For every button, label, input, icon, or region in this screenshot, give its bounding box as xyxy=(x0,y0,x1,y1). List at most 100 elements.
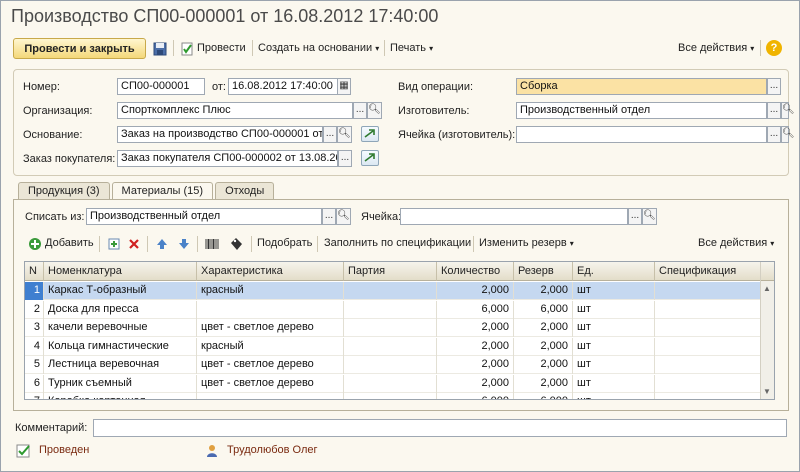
operation-field[interactable]: Сборка xyxy=(516,78,767,95)
cell-spec[interactable] xyxy=(655,337,761,356)
cell-quantity[interactable]: 2,000 xyxy=(437,282,514,300)
cell-unit[interactable]: шт xyxy=(573,337,655,356)
ellipsis-icon[interactable]: ... xyxy=(767,78,781,95)
cell-item[interactable]: качели веревочные xyxy=(44,319,197,337)
cell-n[interactable]: 5 xyxy=(25,356,44,374)
cell-quantity[interactable]: 2,000 xyxy=(437,319,514,337)
scroll-up-icon[interactable]: ▲ xyxy=(763,284,771,293)
cell-reserve[interactable]: 2,000 xyxy=(514,282,573,300)
column-header-reserve[interactable]: Резерв xyxy=(514,262,573,281)
all-actions-menu[interactable]: Все действия ▾ xyxy=(698,237,774,249)
ellipsis-icon[interactable]: ... xyxy=(628,208,642,225)
search-icon[interactable]: 🔍︎ xyxy=(781,102,795,119)
copy-icon[interactable] xyxy=(105,235,123,253)
cell-batch[interactable] xyxy=(344,337,437,356)
cell-n[interactable]: 3 xyxy=(25,319,44,337)
post-icon[interactable] xyxy=(178,40,196,58)
table-row[interactable]: 3 качели веревочные цвет - светлое дерево 2… xyxy=(25,319,761,337)
cell-n[interactable]: 2 xyxy=(25,300,44,319)
column-header-characteristic[interactable]: Характеристика xyxy=(197,262,344,281)
cell-item[interactable]: Доска для пресса xyxy=(44,300,197,319)
ellipsis-icon[interactable]: ... xyxy=(767,102,781,119)
cell-reserve[interactable]: 6,000 xyxy=(514,393,573,399)
cell-characteristic[interactable]: цвет - светлое дерево xyxy=(197,319,344,337)
cell-batch[interactable] xyxy=(344,300,437,319)
cell-unit[interactable]: шт xyxy=(573,319,655,337)
calendar-icon[interactable]: ▦ xyxy=(337,78,351,95)
cell-batch[interactable] xyxy=(344,319,437,337)
cell-quantity[interactable]: 6,000 xyxy=(437,300,514,319)
cell-characteristic[interactable] xyxy=(197,393,344,399)
cell-spec[interactable] xyxy=(655,282,761,300)
tag-icon[interactable] xyxy=(227,235,245,253)
search-icon[interactable]: 🔍︎ xyxy=(337,126,352,143)
table-row[interactable]: 2 Доска для пресса 6,000 6,000 шт xyxy=(25,300,761,319)
help-icon[interactable]: ? xyxy=(766,40,782,56)
cell-characteristic[interactable]: красный xyxy=(197,337,344,356)
cell-reserve[interactable]: 2,000 xyxy=(514,356,573,374)
cell-reserve[interactable]: 2,000 xyxy=(514,374,573,393)
vertical-scrollbar[interactable]: ▲ ▼ xyxy=(760,262,774,399)
ellipsis-icon[interactable]: ... xyxy=(323,126,337,143)
cell-item[interactable]: Лестница веревочная xyxy=(44,356,197,374)
cell-item[interactable]: Кольца гимнастические xyxy=(44,337,197,356)
fill-by-spec-button[interactable]: Заполнить по спецификации xyxy=(324,237,471,249)
cell-quantity[interactable]: 2,000 xyxy=(437,337,514,356)
post-button[interactable]: Провести xyxy=(197,42,246,54)
cell-characteristic[interactable]: красный xyxy=(197,282,344,300)
number-field[interactable]: СП00-000001 xyxy=(117,78,205,95)
save-icon[interactable] xyxy=(151,40,169,58)
delete-icon[interactable] xyxy=(125,235,143,253)
cell-batch[interactable] xyxy=(344,374,437,393)
search-icon[interactable]: 🔍︎ xyxy=(367,102,382,119)
open-link-icon[interactable] xyxy=(361,150,379,166)
cell-manufacturer-field[interactable] xyxy=(516,126,767,143)
cell-spec[interactable] xyxy=(655,356,761,374)
cell-quantity[interactable]: 6,000 xyxy=(437,393,514,399)
manufacturer-field[interactable]: Производственный отдел xyxy=(516,102,767,119)
post-and-close-button[interactable]: Провести и закрыть xyxy=(13,38,146,59)
cell-reserve[interactable]: 2,000 xyxy=(514,319,573,337)
ellipsis-icon[interactable]: ... xyxy=(322,208,336,225)
search-icon[interactable]: 🔍︎ xyxy=(336,208,351,225)
cell-field[interactable] xyxy=(400,208,628,225)
column-header-item[interactable]: Номенклатура xyxy=(44,262,197,281)
cell-reserve[interactable]: 6,000 xyxy=(514,300,573,319)
cell-quantity[interactable]: 2,000 xyxy=(437,374,514,393)
cell-spec[interactable] xyxy=(655,374,761,393)
cell-quantity[interactable]: 2,000 xyxy=(437,356,514,374)
add-icon[interactable] xyxy=(26,235,44,253)
tab-waste[interactable]: Отходы xyxy=(215,182,275,200)
cell-batch[interactable] xyxy=(344,393,437,399)
cell-characteristic[interactable] xyxy=(197,300,344,319)
column-header-quantity[interactable]: Количество xyxy=(437,262,514,281)
open-link-icon[interactable] xyxy=(361,126,379,142)
basis-field[interactable]: Заказ на производство СП00-000001 от xyxy=(117,126,323,143)
writeoff-field[interactable]: Производственный отдел xyxy=(86,208,322,225)
column-header-batch[interactable]: Партия xyxy=(344,262,437,281)
author-link[interactable]: Трудолюбов Олег xyxy=(227,444,318,456)
cell-unit[interactable]: шт xyxy=(573,282,655,300)
table-row[interactable]: 4 Кольца гимнастические красный 2,000 2,000 ш… xyxy=(25,337,761,356)
ellipsis-icon[interactable]: ... xyxy=(353,102,367,119)
cell-n[interactable]: 6 xyxy=(25,374,44,393)
cell-unit[interactable]: шт xyxy=(573,356,655,374)
cell-n[interactable]: 1 xyxy=(25,282,44,300)
ellipsis-icon[interactable]: ... xyxy=(338,150,352,167)
scroll-down-icon[interactable]: ▼ xyxy=(763,387,771,396)
cell-characteristic[interactable]: цвет - светлое дерево xyxy=(197,374,344,393)
column-header-spec[interactable]: Спецификация xyxy=(655,262,761,281)
cell-reserve[interactable]: 2,000 xyxy=(514,337,573,356)
select-button[interactable]: Подобрать xyxy=(257,237,312,249)
cell-unit[interactable]: шт xyxy=(573,374,655,393)
cell-item[interactable]: Каркас Т-образный xyxy=(44,282,197,300)
cell-spec[interactable] xyxy=(655,319,761,337)
cell-n[interactable]: 4 xyxy=(25,337,44,356)
column-header-unit[interactable]: Ед. xyxy=(573,262,655,281)
print-menu[interactable]: Печать ▾ xyxy=(390,42,433,54)
table-row[interactable]: 6 Турник съемный цвет - светлое дерево 2,00… xyxy=(25,374,761,393)
table-row[interactable]: 5 Лестница веревочная цвет - светлое дерев… xyxy=(25,356,761,374)
create-based-menu[interactable]: Создать на основании ▾ xyxy=(258,42,379,54)
cell-batch[interactable] xyxy=(344,356,437,374)
customer-order-field[interactable]: Заказ покупателя СП00-000002 от 13.08.20 xyxy=(117,150,338,167)
